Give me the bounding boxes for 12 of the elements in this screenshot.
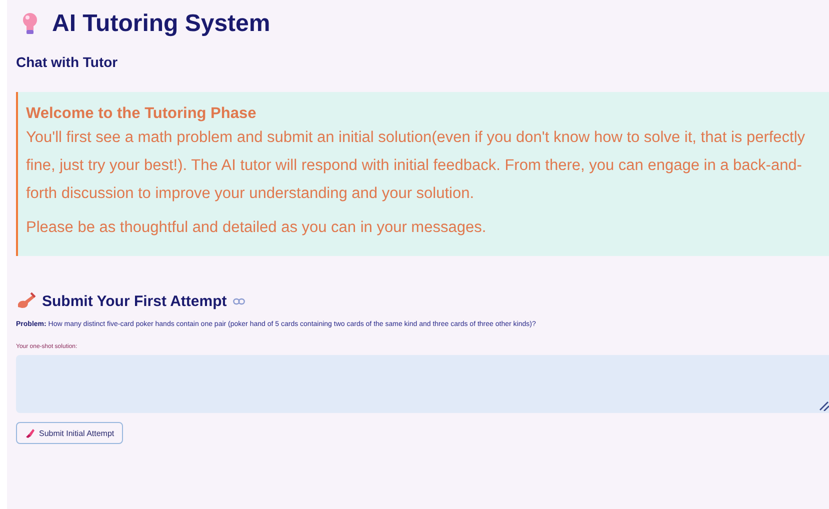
info-text: You'll first see a math problem and submit an initial solution(even if you don't know how to solve it, that is perfectly fine, just try your best!). The AI tutor will respond with initial feedback. From there, you can engage in a back-and-forth discussion to improve your understanding and your solution.: [26, 128, 806, 204]
info-text: Please be as thoughtful and detailed as you can in your messages.: [26, 218, 488, 238]
submit-button[interactable]: Submit Initial Attempt: [16, 422, 124, 444]
section-heading: Submit Your First Attempt: [42, 292, 227, 310]
subtitle: Chat with Tutor: [16, 54, 119, 70]
resize-handle-icon[interactable]: [819, 401, 829, 411]
page-title: AI Tutoring System: [52, 10, 270, 38]
info-heading: Welcome to the Tutoring Phase: [26, 104, 258, 124]
lightbulb-icon: [22, 12, 38, 36]
lipstick-icon: [25, 428, 35, 438]
solution-field[interactable]: [16, 355, 829, 413]
link-icon[interactable]: [232, 298, 245, 304]
